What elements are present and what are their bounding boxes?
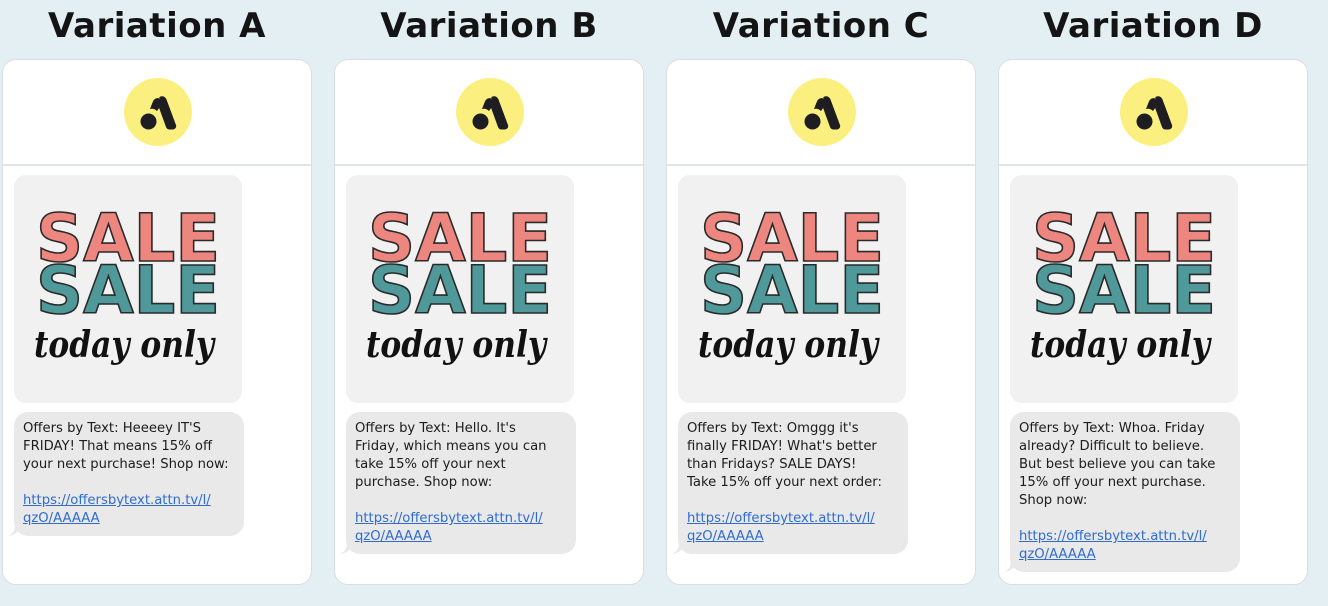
message-text-line: Friday, which means you can bbox=[355, 439, 547, 454]
offer-link-line[interactable]: https://offersbytext.attn.tv/l/ bbox=[1019, 528, 1230, 546]
conversation-header bbox=[999, 60, 1307, 166]
offer-link-line[interactable]: qzO/AAAAA bbox=[23, 510, 234, 528]
phone-mockup: SALE SALE today only Offers by Text: Whoa. … bbox=[998, 59, 1308, 585]
message-bubble: Offers by Text: Hello. It's Friday, which… bbox=[340, 412, 576, 554]
variation-column: Variation A SALE SALE today only Offers by T… bbox=[2, 0, 312, 606]
message-text-line: Offers by Text: Whoa. Friday bbox=[1019, 421, 1205, 436]
variation-title: Variation A bbox=[48, 6, 266, 46]
bubble-tail bbox=[672, 542, 686, 554]
phone-mockup: SALE SALE today only Offers by Text: Hello.… bbox=[334, 59, 644, 585]
message-text-line: 15% off your next purchase. bbox=[1019, 475, 1206, 490]
offer-link-line[interactable]: qzO/AAAAA bbox=[355, 528, 566, 546]
offer-link[interactable]: https://offersbytext.attn.tv/l/qzO/AAAAA bbox=[23, 492, 234, 528]
sale-banner-image: SALESALEtoday only bbox=[34, 199, 221, 366]
message-text-line: Offers by Text: Omggg it's bbox=[687, 421, 859, 436]
offer-link[interactable]: https://offersbytext.attn.tv/l/qzO/AAAAA bbox=[687, 510, 898, 546]
offer-link[interactable]: https://offersbytext.attn.tv/l/qzO/AAAAA bbox=[1019, 528, 1230, 564]
message-text-line: FRIDAY! That means 15% off bbox=[23, 439, 213, 454]
sale-image-bubble: SALE SALE today only bbox=[678, 175, 906, 403]
variation-column: Variation B SALE SALE today only Offers by T… bbox=[334, 0, 644, 606]
offer-link-line[interactable]: https://offersbytext.attn.tv/l/ bbox=[687, 510, 898, 528]
bubble-tail bbox=[1004, 560, 1018, 572]
message-bubble: Offers by Text: Omggg it's finally FRIDAY… bbox=[672, 412, 908, 554]
offer-link[interactable]: https://offersbytext.attn.tv/l/qzO/AAAAA bbox=[355, 510, 566, 546]
message-bubble: Offers by Text: Whoa. Friday already? Dif… bbox=[1004, 412, 1240, 572]
sale-word: SALE bbox=[700, 252, 884, 329]
conversation-header bbox=[3, 60, 311, 166]
variation-column: Variation C SALE SALE today only Offers by T… bbox=[666, 0, 976, 606]
phone-mockup: SALE SALE today only Offers by Text: Heeeey… bbox=[2, 59, 312, 585]
variation-title: Variation B bbox=[380, 6, 598, 46]
conversation-header bbox=[667, 60, 975, 166]
message-text-line: Take 15% off your next order: bbox=[687, 475, 882, 490]
conversation-header bbox=[335, 60, 643, 166]
sale-image-bubble: SALE SALE today only bbox=[1010, 175, 1238, 403]
sale-image-bubble: SALE SALE today only bbox=[346, 175, 574, 403]
offer-link-line[interactable]: qzO/AAAAA bbox=[687, 528, 898, 546]
today-only-script: today only bbox=[1030, 324, 1212, 366]
today-only-script: today only bbox=[366, 324, 548, 366]
bubble-tail bbox=[8, 524, 22, 536]
variation-title: Variation C bbox=[712, 6, 930, 46]
sale-banner-image: SALESALEtoday only bbox=[1030, 199, 1217, 366]
message-text-line: take 15% off your next bbox=[355, 457, 506, 472]
attentive-logo-icon bbox=[788, 78, 856, 146]
variation-title: Variation D bbox=[1043, 6, 1263, 46]
message-text-line: purchase. Shop now: bbox=[355, 475, 493, 490]
message-bubble: Offers by Text: Heeeey IT'S FRIDAY! That … bbox=[8, 412, 244, 536]
message-text-line: Shop now: bbox=[1019, 493, 1088, 508]
sale-image-bubble: SALE SALE today only bbox=[14, 175, 242, 403]
message-text-line: Offers by Text: Heeeey IT'S bbox=[23, 421, 202, 436]
attentive-logo-icon bbox=[124, 78, 192, 146]
today-only-script: today only bbox=[698, 324, 880, 366]
sale-word: SALE bbox=[36, 252, 220, 329]
today-only-script: today only bbox=[34, 324, 216, 366]
sale-word: SALE bbox=[1032, 252, 1216, 329]
attentive-logo-icon bbox=[1120, 78, 1188, 146]
message-text-line: finally FRIDAY! What's better bbox=[687, 439, 877, 454]
sale-banner-image: SALESALEtoday only bbox=[698, 199, 885, 366]
phone-mockup: SALE SALE today only Offers by Text: Omggg … bbox=[666, 59, 976, 585]
offer-link-line[interactable]: https://offersbytext.attn.tv/l/ bbox=[355, 510, 566, 528]
message-text-line: than Fridays? SALE DAYS! bbox=[687, 457, 857, 472]
message-text-line: your next purchase! Shop now: bbox=[23, 457, 229, 472]
message-text-line: Offers by Text: Hello. It's bbox=[355, 421, 516, 436]
offer-link-line[interactable]: qzO/AAAAA bbox=[1019, 546, 1230, 564]
variation-column: Variation D SALE SALE today only Offers by T… bbox=[998, 0, 1308, 606]
message-text-line: But best believe you can take bbox=[1019, 457, 1216, 472]
sale-banner-image: SALESALEtoday only bbox=[366, 199, 553, 366]
sale-word: SALE bbox=[368, 252, 552, 329]
message-text-line: already? Difficult to believe. bbox=[1019, 439, 1205, 454]
offer-link-line[interactable]: https://offersbytext.attn.tv/l/ bbox=[23, 492, 234, 510]
attentive-logo-icon bbox=[456, 78, 524, 146]
bubble-tail bbox=[340, 542, 354, 554]
